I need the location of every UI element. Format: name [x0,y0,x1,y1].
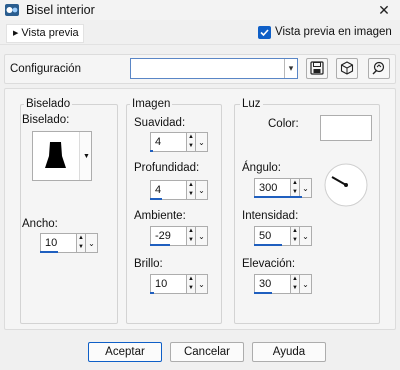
app-icon [4,2,20,18]
elevation-spinner[interactable]: 30 ▲ ▼ ⌄ [254,274,312,294]
chevron-down-icon[interactable]: ▾ [284,59,297,78]
up-arrow-icon[interactable]: ▲ [187,181,195,190]
chevron-down-icon[interactable]: ⌄ [300,226,312,246]
down-arrow-icon[interactable]: ▼ [291,236,299,245]
chevron-down-icon[interactable]: ⌄ [86,233,98,253]
softness-slider-fill [150,150,153,152]
ambience-label: Ambiente: [134,210,186,222]
elevation-stepper[interactable]: ▲ ▼ [290,274,300,294]
light-color-swatch[interactable] [320,115,372,141]
save-icon [310,61,324,75]
chevron-down-icon: ▼ [83,153,90,160]
width-field[interactable]: 10 [40,233,76,253]
config-preset-select[interactable]: ▾ [130,58,298,79]
up-arrow-icon[interactable]: ▲ [187,133,195,142]
depth-spinner[interactable]: 4 ▲ ▼ ⌄ [150,180,208,200]
shininess-slider-fill [150,292,154,294]
chevron-down-icon[interactable]: ⌄ [196,226,208,246]
expand-triangle-icon: ▶ [13,30,19,37]
bevel-preset-dropdown[interactable]: ▼ [79,132,91,180]
up-arrow-icon[interactable]: ▲ [77,234,85,243]
down-arrow-icon[interactable]: ▼ [187,284,195,293]
angle-field[interactable]: 300 [254,178,290,198]
color-label: Color: [268,118,299,130]
up-arrow-icon[interactable]: ▲ [291,227,299,236]
depth-field[interactable]: 4 [150,180,186,200]
intensity-label: Intensidad: [242,210,299,222]
down-arrow-icon[interactable]: ▼ [77,243,85,252]
checkmark-icon [260,29,269,37]
preview-on-image-label: Vista previa en imagen [275,26,392,38]
resource-manager-button[interactable] [336,58,358,79]
elevation-label: Elevación: [242,258,296,270]
width-stepper[interactable]: ▲ ▼ [76,233,86,253]
light-group-title: Luz [240,98,263,110]
softness-label: Suavidad: [134,117,186,129]
up-arrow-icon[interactable]: ▲ [291,179,299,188]
down-arrow-icon[interactable]: ▼ [187,142,195,151]
bevel-preset-picker[interactable]: ▼ [32,131,92,181]
width-label: Ancho: [22,218,58,230]
window-title: Bisel interior [26,3,95,17]
bevel-label: Biselado: [22,114,70,126]
elevation-slider-fill [254,292,272,294]
angle-slider-fill [254,196,302,198]
cancel-button[interactable]: Cancelar [170,342,244,362]
intensity-stepper[interactable]: ▲ ▼ [290,226,300,246]
softness-spinner[interactable]: 4 ▲ ▼ ⌄ [150,132,208,152]
ambience-slider-fill [150,244,170,246]
angle-dial[interactable] [322,162,370,208]
softness-field[interactable]: 4 [150,132,186,152]
reset-defaults-button[interactable] [368,58,390,79]
chevron-down-icon[interactable]: ⌄ [196,132,208,152]
bevel-shape-icon [45,142,66,168]
shininess-field[interactable]: 10 [150,274,186,294]
toggle-preview-label: Vista previa [21,27,79,39]
bevel-group-title: Biselado [24,98,73,110]
shininess-stepper[interactable]: ▲ ▼ [186,274,196,294]
reset-icon [372,61,385,75]
up-arrow-icon[interactable]: ▲ [291,275,299,284]
up-arrow-icon[interactable]: ▲ [187,275,195,284]
depth-slider-fill [150,198,162,200]
width-spinner[interactable]: 10 ▲ ▼ ⌄ [40,233,98,253]
save-preset-button[interactable] [306,58,328,79]
preview-on-image-checkbox[interactable] [258,26,271,39]
down-arrow-icon[interactable]: ▼ [291,284,299,293]
chevron-down-icon[interactable]: ⌄ [300,178,312,198]
config-label: Configuración [10,63,81,75]
chevron-down-icon[interactable]: ⌄ [196,274,208,294]
width-slider-fill [40,251,58,253]
down-arrow-icon[interactable]: ▼ [187,190,195,199]
depth-stepper[interactable]: ▲ ▼ [186,180,196,200]
softness-stepper[interactable]: ▲ ▼ [186,132,196,152]
ambience-stepper[interactable]: ▲ ▼ [186,226,196,246]
cube-icon [340,61,354,75]
angle-label: Ángulo: [242,162,282,174]
help-button[interactable]: Ayuda [252,342,326,362]
shininess-spinner[interactable]: 10 ▲ ▼ ⌄ [150,274,208,294]
intensity-field[interactable]: 50 [254,226,290,246]
chevron-down-icon[interactable]: ⌄ [300,274,312,294]
ambience-field[interactable]: -29 [150,226,186,246]
ambience-spinner[interactable]: -29 ▲ ▼ ⌄ [150,226,208,246]
elevation-field[interactable]: 30 [254,274,290,294]
title-bar: Bisel interior ✕ [0,0,400,20]
chevron-down-icon[interactable]: ⌄ [196,180,208,200]
accept-button[interactable]: Aceptar [88,342,162,362]
angle-stepper[interactable]: ▲ ▼ [290,178,300,198]
up-arrow-icon[interactable]: ▲ [187,227,195,236]
intensity-spinner[interactable]: 50 ▲ ▼ ⌄ [254,226,312,246]
depth-label: Profundidad: [134,162,200,174]
angle-spinner[interactable]: 300 ▲ ▼ ⌄ [254,178,312,198]
toggle-preview-button[interactable]: ▶ Vista previa [6,24,84,43]
image-group-title: Imagen [130,98,173,110]
shininess-label: Brillo: [134,258,163,270]
intensity-slider-fill [254,244,282,246]
close-button[interactable]: ✕ [372,0,396,20]
down-arrow-icon[interactable]: ▼ [187,236,195,245]
